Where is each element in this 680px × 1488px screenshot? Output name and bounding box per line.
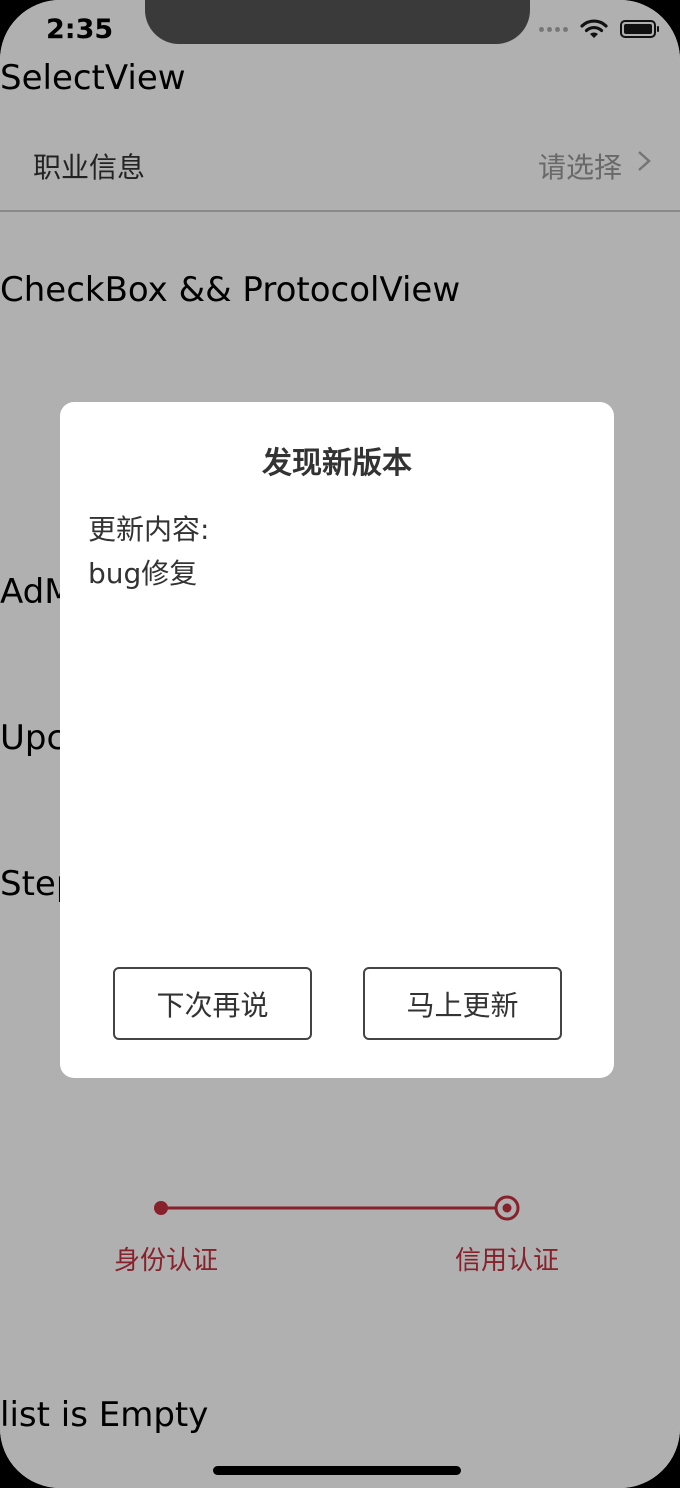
wifi-icon <box>580 19 608 38</box>
device-notch <box>145 0 530 44</box>
home-indicator[interactable] <box>213 1466 461 1475</box>
dialog-title: 发现新版本 <box>262 446 412 481</box>
update-dialog: 发现新版本 更新内容: bug修复 下次再说 马上更新 <box>60 402 614 1078</box>
dialog-content-label: 更新内容: <box>88 513 210 546</box>
dialog-content-text: bug修复 <box>88 557 198 590</box>
later-button[interactable]: 下次再说 <box>113 967 312 1040</box>
signal-icon <box>539 26 568 32</box>
battery-icon <box>620 20 659 38</box>
status-icons <box>539 18 659 40</box>
status-time: 2:35 <box>46 14 114 45</box>
phone-screen: SelectView 职业信息 请选择 CheckBox && Protocol… <box>0 0 680 1488</box>
update-now-button[interactable]: 马上更新 <box>363 967 562 1040</box>
